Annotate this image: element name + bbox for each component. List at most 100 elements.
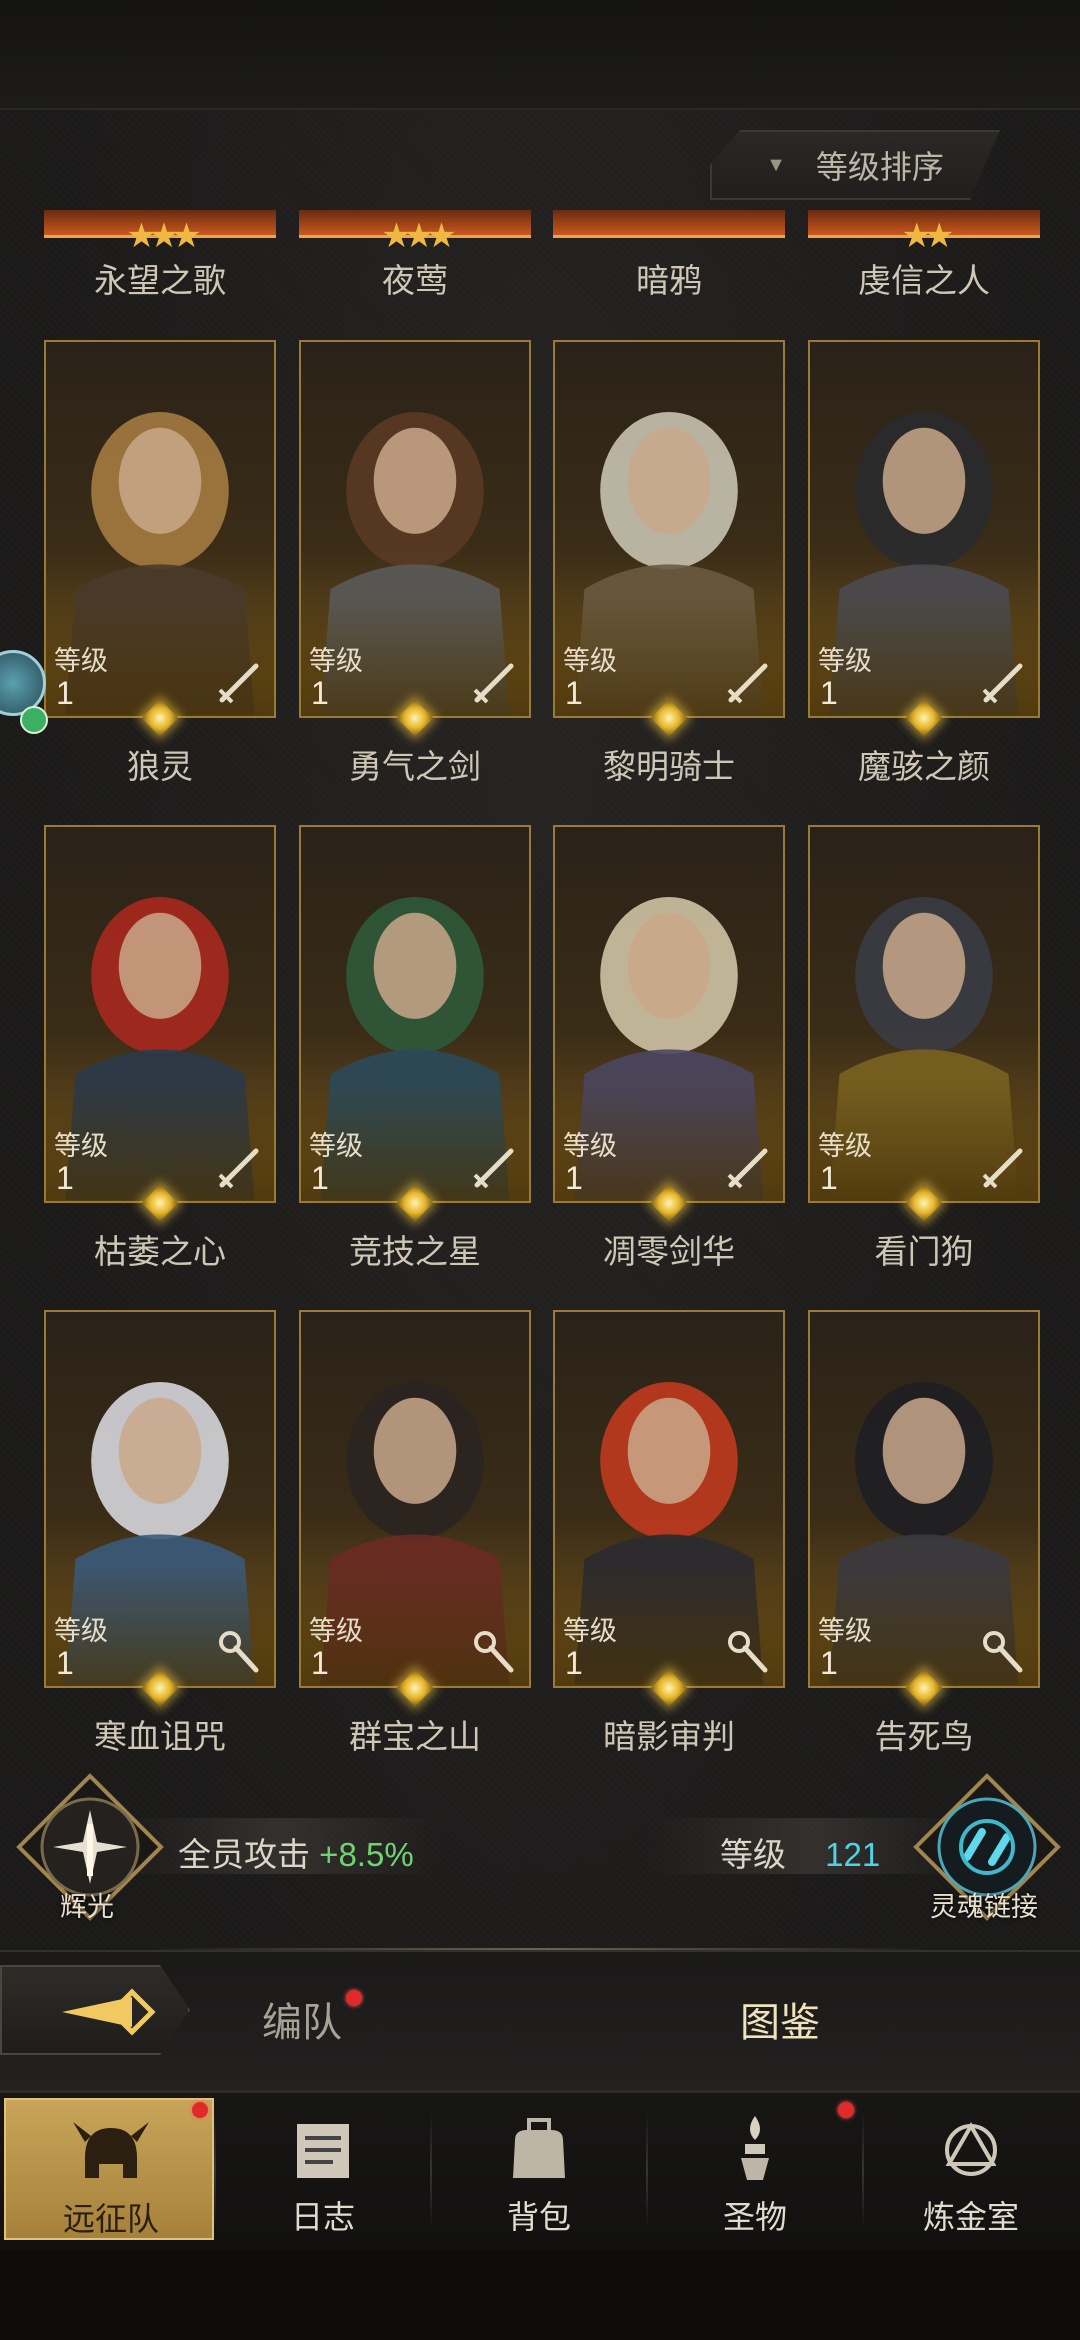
hero-card[interactable]: 等级 1 <box>553 340 785 718</box>
level-value: 1 <box>565 675 583 711</box>
level-value: 1 <box>56 675 74 711</box>
level-label: 等级 <box>818 1616 872 1646</box>
sword-icon <box>212 656 264 708</box>
hero-grid: ★★★ 永望之歌 ★★★ 夜莺 暗鸦 ★★ 虔信之人 等级 1 狼灵 等级 1 勇气之剑 等级 1 黎明骑士等… <box>0 210 1080 1780</box>
nav-label: 圣物 <box>722 2199 787 2235</box>
tab-divider <box>150 1948 930 1950</box>
nav-label: 炼金室 <box>922 2199 1019 2235</box>
notification-badge <box>838 2102 854 2118</box>
nav-label: 日志 <box>290 2199 355 2235</box>
level-value: 1 <box>311 675 329 711</box>
hero-card[interactable]: 等级 1 <box>553 825 785 1203</box>
level-value: 1 <box>311 1645 329 1681</box>
hero-name: 暗影审判 <box>603 1718 735 1755</box>
formation-notification-badge <box>346 1990 362 2006</box>
level-value: 1 <box>56 1160 74 1196</box>
arrow-left-icon <box>62 1988 156 2036</box>
team-attack-stat: 全员攻击 +8.5% <box>178 1828 414 1876</box>
level-value: 1 <box>565 1645 583 1681</box>
hero-name: 看门狗 <box>874 1233 974 1270</box>
level-label: 等级 <box>309 1616 363 1646</box>
sword-icon <box>212 1141 264 1193</box>
hero-card[interactable]: 等级 1 <box>44 1310 276 1688</box>
hero-card[interactable]: 等级 1 <box>808 340 1040 718</box>
nav-bag[interactable]: 背包 <box>434 2098 644 2240</box>
level-value: 1 <box>820 1160 838 1196</box>
sort-by-level-button[interactable]: ▼ 等级排序 <box>710 130 1000 200</box>
level-value: 1 <box>56 1645 74 1681</box>
hero-name: 竞技之星 <box>349 1233 481 1270</box>
staff-icon <box>976 1626 1028 1678</box>
nav-scroll[interactable]: 日志 <box>218 2098 428 2240</box>
nav-separator <box>646 2110 648 2230</box>
hero-card[interactable]: 等级 1 <box>44 340 276 718</box>
hero-card[interactable]: 等级 1 <box>808 825 1040 1203</box>
scroll-icon <box>283 2110 363 2190</box>
hero-card[interactable]: 等级 1 <box>808 1310 1040 1688</box>
star-rating-icon: ★★★ <box>126 217 201 255</box>
hero-name: 魔骇之颜 <box>858 748 990 785</box>
soul-link-label: 灵魂链接 <box>930 1892 1038 1922</box>
level-label: 等级 <box>309 1131 363 1161</box>
team-attack-value: +8.5% <box>319 1836 414 1873</box>
level-label: 等级 <box>563 646 617 676</box>
star-rating-icon: ★★★ <box>381 217 456 255</box>
sort-label: 等级排序 <box>815 149 944 185</box>
hero-card[interactable]: 等级 1 <box>44 825 276 1203</box>
hero-card[interactable]: 等级 1 <box>299 825 531 1203</box>
notification-badge <box>192 2102 208 2118</box>
nav-relic[interactable]: 圣物 <box>650 2098 860 2240</box>
nav-separator <box>214 2110 216 2230</box>
hero-card[interactable]: 等级 1 <box>299 340 531 718</box>
helmet-icon <box>71 2112 151 2192</box>
sword-icon <box>721 1141 773 1193</box>
hero-name: 枯萎之心 <box>94 1233 226 1270</box>
level-value: 1 <box>820 675 838 711</box>
dropdown-arrow-icon: ▼ <box>766 153 786 176</box>
level-value: 1 <box>565 1160 583 1196</box>
hero-card[interactable]: 等级 1 <box>299 1310 531 1688</box>
staff-icon <box>721 1626 773 1678</box>
hero-name: 狼灵 <box>127 748 193 785</box>
hero-name: 告死鸟 <box>874 1718 974 1755</box>
nav-label: 远征队 <box>62 2201 159 2237</box>
star-rating-icon: ★★ <box>901 217 955 255</box>
total-level-stat: 等级 121 <box>720 1828 880 1876</box>
level-value: 1 <box>820 1645 838 1681</box>
nav-alchemy[interactable]: 炼金室 <box>866 2098 1076 2240</box>
nav-separator <box>430 2110 432 2230</box>
nav-label: 背包 <box>506 2199 571 2235</box>
tab-formation[interactable]: 编队 <box>262 1990 342 2048</box>
bottom-trim <box>0 2250 1080 2340</box>
nav-separator <box>862 2110 864 2230</box>
nav-helmet[interactable]: 远征队 <box>4 2098 214 2240</box>
staff-icon <box>467 1626 519 1678</box>
back-button[interactable] <box>0 1965 190 2055</box>
staff-icon <box>212 1626 264 1678</box>
sword-icon <box>721 656 773 708</box>
hero-name: 黎明骑士 <box>603 748 735 785</box>
team-attack-label: 全员攻击 <box>178 1836 310 1873</box>
hero-name: 暗鸦 <box>636 262 702 299</box>
sword-icon <box>467 656 519 708</box>
hero-name: 群宝之山 <box>349 1718 481 1755</box>
level-label: 等级 <box>563 1616 617 1646</box>
level-label: 等级 <box>54 646 108 676</box>
radiance-label: 辉光 <box>60 1892 114 1922</box>
sword-icon <box>976 1141 1028 1193</box>
level-label: 等级 <box>563 1131 617 1161</box>
level-label: 等级 <box>818 1131 872 1161</box>
hero-card-partial[interactable] <box>553 210 785 238</box>
microphone-icon[interactable] <box>20 706 48 734</box>
sword-icon <box>467 1141 519 1193</box>
top-bar <box>0 0 1080 110</box>
level-value: 1 <box>311 1160 329 1196</box>
hero-name: 永望之歌 <box>94 262 226 299</box>
level-label: 等级 <box>309 646 363 676</box>
tab-codex[interactable]: 图鉴 <box>740 1990 820 2048</box>
hero-name: 勇气之剑 <box>349 748 481 785</box>
hero-name: 虔信之人 <box>858 262 990 299</box>
total-level-label: 等级 <box>720 1836 786 1873</box>
hero-card[interactable]: 等级 1 <box>553 1310 785 1688</box>
level-label: 等级 <box>54 1616 108 1646</box>
